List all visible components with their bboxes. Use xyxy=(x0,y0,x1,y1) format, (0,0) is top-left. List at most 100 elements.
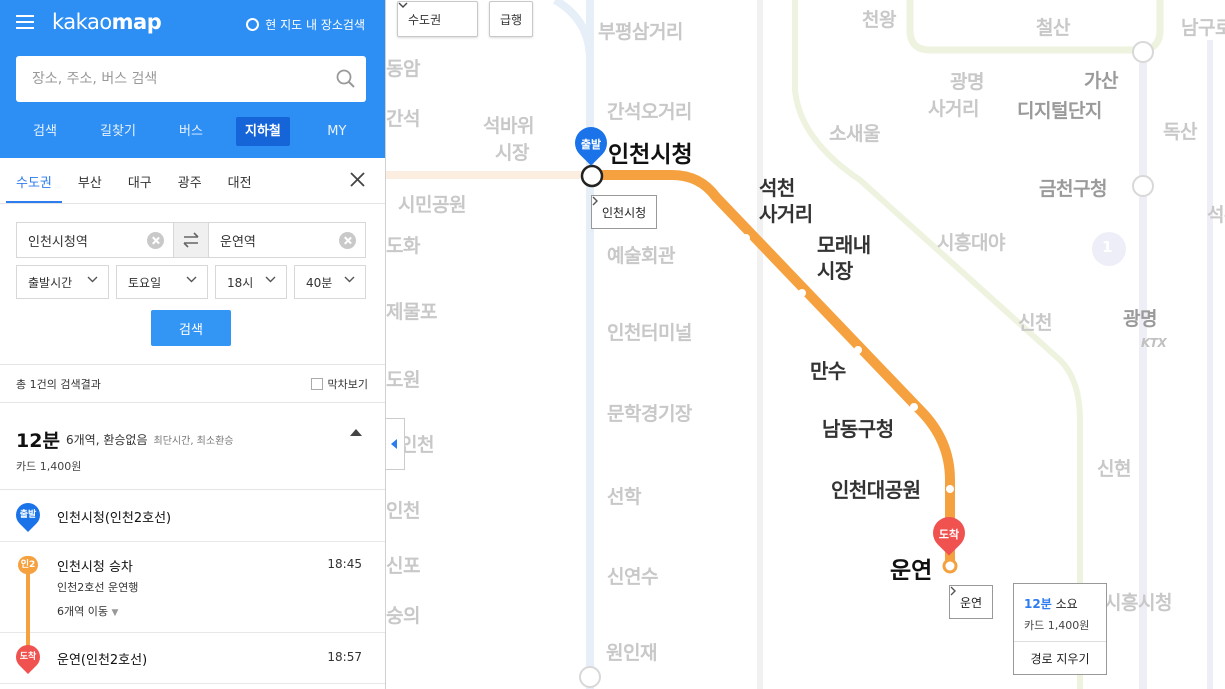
search-icon[interactable] xyxy=(326,69,366,89)
chevron-down-icon xyxy=(398,2,408,8)
station-label: 석천 xyxy=(759,176,795,200)
menu-icon[interactable] xyxy=(16,15,34,29)
express-label: 급행 xyxy=(500,12,523,27)
route-info-box: 12분 소요 카드 1,400원 경로 지우기 xyxy=(1013,583,1107,675)
search-input[interactable] xyxy=(16,56,326,102)
map-label: 시흥대야 xyxy=(937,232,1005,254)
tab-subway[interactable]: 지하철 xyxy=(236,117,290,146)
logo-text-bold: map xyxy=(111,10,162,34)
kakaomap-logo[interactable]: kakaomap xyxy=(52,10,162,34)
map-label: 신현 xyxy=(1097,458,1131,480)
map-label: 도화 xyxy=(386,235,420,257)
map-label: 사거리 xyxy=(928,98,979,120)
map-label: 부평삼거리 xyxy=(598,21,683,43)
route-line xyxy=(587,170,955,570)
map-label: 도원 xyxy=(386,369,420,391)
day-select[interactable]: 토요일 xyxy=(116,265,208,299)
result-count: 총 1건의 검색결과 xyxy=(16,377,101,391)
current-map-search-toggle[interactable]: 현 지도 내 장소검색 xyxy=(246,16,365,33)
map-label: 선학 xyxy=(607,486,641,508)
route-info-duration: 12분 소요 xyxy=(1024,595,1078,612)
map-label: 시민공원 xyxy=(398,194,466,216)
line-chip: 인2 xyxy=(18,556,38,574)
region-daegu[interactable]: 대구 xyxy=(128,172,152,203)
tab-search[interactable]: 검색 xyxy=(0,117,90,146)
start-callout-label: 인천시청 xyxy=(602,205,647,220)
region-select-label: 수도권 xyxy=(408,12,442,27)
step-end[interactable]: 도착 운연(인천2호선) 18:57 xyxy=(0,633,385,684)
collapse-icon[interactable] xyxy=(350,429,362,436)
close-icon[interactable] xyxy=(350,172,365,191)
board-time: 18:45 xyxy=(327,557,362,571)
start-station-name: 인천시청(인천2호선) xyxy=(57,511,172,526)
region-capital[interactable]: 수도권 xyxy=(6,172,62,203)
region-gwangju[interactable]: 광주 xyxy=(178,172,202,203)
station-label: 모래내 xyxy=(817,233,871,257)
chevron-right-icon xyxy=(592,196,598,206)
region-daejeon[interactable]: 대전 xyxy=(228,172,252,203)
end-pin[interactable]: 도착 xyxy=(926,510,972,563)
end-station-callout[interactable]: 운연 xyxy=(949,585,994,619)
station-label: 남동구청 xyxy=(822,417,894,441)
sidebar: kakaomap 현 지도 내 장소검색 검색 길찾기 버스 지하철 MY 수도… xyxy=(0,0,386,689)
route-info-required: 소요 xyxy=(1055,597,1078,611)
to-station-field[interactable]: 운연역 xyxy=(209,223,365,257)
clear-route-button[interactable]: 경로 지우기 xyxy=(1014,641,1106,675)
chevron-down-icon xyxy=(344,276,355,283)
map-label: 광명 xyxy=(1123,308,1157,330)
clear-from-icon[interactable] xyxy=(147,232,164,249)
map-label: 남구로 xyxy=(1181,17,1225,39)
region-tabs: 수도권 부산 대구 광주 대전 xyxy=(0,158,385,204)
map-label: 숭의 xyxy=(386,605,420,627)
collapse-sidebar-button[interactable] xyxy=(386,418,405,470)
route-desc-main: 6개역, 환승없음 xyxy=(66,433,148,447)
hour-value: 18시 xyxy=(227,275,254,290)
step-start[interactable]: 출발 인천시청(인천2호선) xyxy=(0,491,385,542)
region-busan[interactable]: 부산 xyxy=(78,172,102,203)
search-bar xyxy=(16,56,366,102)
top-bar: kakaomap 현 지도 내 장소검색 검색 길찾기 버스 지하철 MY xyxy=(0,0,385,158)
to-station-value: 운연역 xyxy=(220,234,256,250)
route-summary[interactable]: 12분 6개역, 환승없음 최단시간, 최소환승 카드 1,400원 xyxy=(0,404,385,490)
hour-select[interactable]: 18시 xyxy=(215,265,287,299)
start-station-callout[interactable]: 인천시청 xyxy=(591,195,658,229)
region-select[interactable]: 수도권 xyxy=(397,1,478,37)
minute-select[interactable]: 40분 xyxy=(294,265,366,299)
start-station-label: 인천시청 xyxy=(608,142,693,168)
stops-toggle[interactable]: 6개역 이동 ▼ xyxy=(57,603,118,619)
station-label: 만수 xyxy=(810,359,846,383)
checkbox-icon xyxy=(310,377,323,390)
route-fare: 카드 1,400원 xyxy=(16,460,82,473)
time-type-select[interactable]: 출발시간 xyxy=(16,265,109,299)
clear-to-icon[interactable] xyxy=(339,232,356,249)
map-label: 문학경기장 xyxy=(607,403,692,425)
tab-my[interactable]: MY xyxy=(290,117,384,146)
map-label: 천왕 xyxy=(862,9,896,31)
tab-bus[interactable]: 버스 xyxy=(146,117,236,146)
start-pin[interactable]: 출발 xyxy=(568,120,614,173)
route-info-minutes: 12분 xyxy=(1024,597,1052,611)
map-label: 광명 xyxy=(950,71,984,93)
map-label: 인천 xyxy=(400,434,434,456)
map-label: 간석오거리 xyxy=(607,101,692,123)
express-toggle[interactable]: 급행 xyxy=(489,1,534,37)
time-options: 출발시간 토요일 18시 40분 xyxy=(16,265,366,299)
map-label: 인천터미널 xyxy=(607,322,692,344)
map-label: 독산 xyxy=(1163,121,1197,143)
tab-directions[interactable]: 길찾기 xyxy=(90,117,146,146)
swap-stations-button[interactable] xyxy=(173,223,209,257)
last-train-toggle[interactable]: 막차보기 xyxy=(310,376,368,392)
map-label: 예술회관 xyxy=(607,245,675,267)
time-type-value: 출발시간 xyxy=(28,275,73,290)
map-label: 디지털단지 xyxy=(1017,100,1102,122)
start-pin-icon: 출발 xyxy=(11,498,45,533)
map-label: 시흥시청 xyxy=(1104,592,1172,614)
route-search-button[interactable]: 검색 xyxy=(151,310,231,346)
end-badge: 도착 xyxy=(19,652,37,662)
step-ride[interactable]: 인천시청 승차 18:45 인천2호선 운연행 6개역 이동 ▼ xyxy=(0,542,385,633)
end-station-name: 운연(인천2호선) xyxy=(57,653,148,668)
from-station-field[interactable]: 인천시청역 xyxy=(17,223,173,257)
route-desc: 6개역, 환승없음 최단시간, 최소환승 xyxy=(66,431,233,448)
direction-text: 인천2호선 운연행 xyxy=(57,581,139,594)
map-label: 원인재 xyxy=(606,642,657,664)
